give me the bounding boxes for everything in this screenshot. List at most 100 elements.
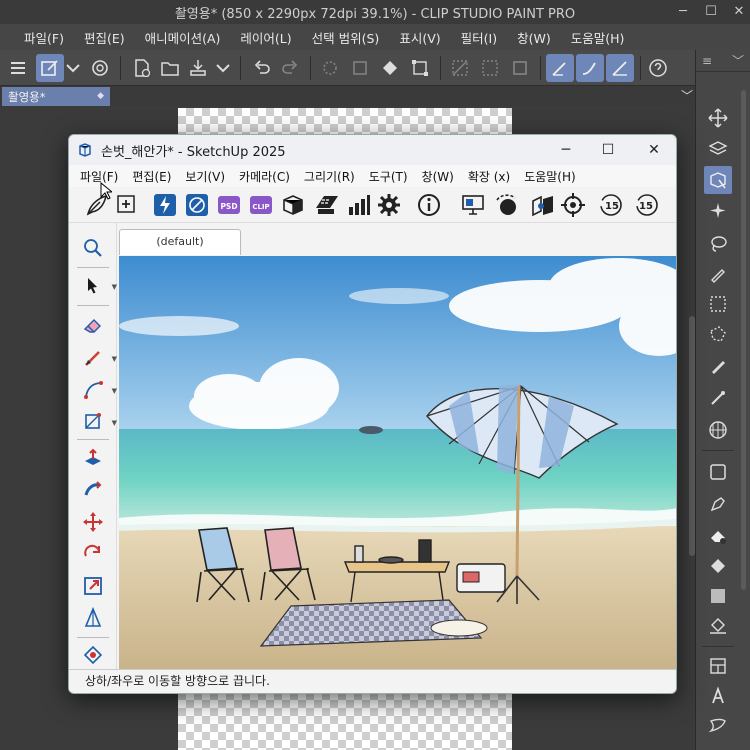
su-menu-draw[interactable]: 그리기(R) [297,168,362,185]
close-button[interactable]: ✕ [732,5,746,19]
csp-menu-layer[interactable]: 레이어(L) [230,28,301,47]
fill-disabled-icon[interactable] [346,54,374,82]
brightness-icon[interactable] [316,54,344,82]
sketchup-viewport[interactable] [119,256,677,670]
transform-icon[interactable] [406,54,434,82]
rotate-15-right-icon[interactable]: 15 [633,191,661,219]
csp-menu-selection[interactable]: 선택 범위(S) [302,28,390,47]
su-menu-extensions[interactable]: 확장 (x) [461,168,517,185]
arc-icon[interactable]: ▼ [79,377,117,403]
help-icon[interactable] [644,54,672,82]
su-maximize-button[interactable]: ☐ [597,139,619,161]
redo-icon[interactable] [276,54,304,82]
move-icon[interactable] [704,104,732,132]
deselect-icon[interactable] [446,54,474,82]
building-icon[interactable] [313,191,341,219]
gradient-icon[interactable] [704,582,732,610]
object-icon[interactable] [704,166,732,194]
crop-icon[interactable] [506,54,534,82]
rectangle-icon[interactable]: ▼ [79,409,117,435]
settings-gear-icon[interactable] [375,191,403,219]
airbrush-icon[interactable] [704,384,732,412]
su-menu-camera[interactable]: 카메라(C) [232,168,297,185]
csp-menu-file[interactable]: 파일(F) [14,28,74,47]
line-pencil-icon[interactable]: ▼ [79,345,117,371]
su-minimize-button[interactable]: ─ [555,139,577,161]
poly-select-icon[interactable] [704,320,732,348]
csp-menu-view[interactable]: 표시(V) [389,28,450,47]
scale-tool-icon[interactable] [79,573,107,599]
pen-icon[interactable] [704,352,732,380]
minimize-button[interactable]: ─ [676,5,690,19]
fill-icon[interactable] [704,552,732,580]
caret-icon[interactable] [62,54,84,82]
csp-menu-help[interactable]: 도움말(H) [561,28,635,47]
target-icon[interactable] [559,191,587,219]
zoom-icon[interactable] [79,235,107,261]
su-menu-help[interactable]: 도움말(H) [517,168,583,185]
csp-menu-filter[interactable]: 필터(I) [451,28,507,47]
panel-collapse-icon[interactable]: ﹀ [732,52,744,69]
orbit-ball-icon[interactable] [493,191,521,219]
info-icon[interactable] [415,191,443,219]
ruler-icon[interactable] [606,54,634,82]
csp-menu-window[interactable]: 창(W) [507,28,561,47]
invert-icon[interactable] [476,54,504,82]
eraser-tool-icon[interactable] [79,313,107,339]
presentation-icon[interactable] [459,191,487,219]
pencil-ruler-icon[interactable] [576,54,604,82]
save-icon[interactable] [184,54,212,82]
select-pen-icon[interactable] [704,260,732,288]
fill-bucket-icon[interactable] [704,612,732,640]
new-file-icon[interactable] [128,54,156,82]
su-close-button[interactable]: ✕ [643,139,665,161]
add-page-icon[interactable] [113,191,141,219]
rect-select-icon[interactable] [704,290,732,318]
maximize-button[interactable]: ☐ [704,5,718,19]
magic-wand-icon[interactable] [704,198,732,226]
globe-icon[interactable] [183,191,211,219]
canvas-tab[interactable]: 촬영용* ◆ [2,87,110,106]
select-arrow-icon[interactable]: ▼ [79,273,117,299]
tab-list-caret-icon[interactable]: ﹀ [681,87,693,104]
menu-icon[interactable] [4,54,32,82]
paint-bucket-icon[interactable] [79,641,107,667]
psd-export-icon[interactable]: PSD [215,191,243,219]
beach-scene-drawing[interactable] [119,256,677,670]
push-pull-icon[interactable] [79,445,107,471]
rotate-tool-icon[interactable] [79,541,107,567]
su-menu-view[interactable]: 보기(V) [178,168,232,185]
su-menu-tools[interactable]: 도구(T) [362,168,415,185]
scene-tab-default[interactable]: (default) [119,229,241,255]
su-menu-edit[interactable]: 편집(E) [125,168,178,185]
pen-tool-icon[interactable] [704,490,732,518]
panel-menu-icon[interactable]: ≡ [702,54,712,68]
lightning-icon[interactable] [151,191,179,219]
swirl-icon[interactable] [86,54,114,82]
su-menu-window[interactable]: 창(W) [415,168,461,185]
balloon-icon[interactable] [704,712,732,740]
grid-icon[interactable] [704,416,732,444]
panel-icon[interactable] [704,652,732,680]
bar-chart-icon[interactable] [345,191,373,219]
caret-icon[interactable] [212,54,234,82]
csp-menu-animation[interactable]: 애니메이션(A) [135,28,231,47]
square-icon[interactable] [704,458,732,486]
clip-export-icon[interactable]: CLIP [247,191,275,219]
palette-scrollbar[interactable] [741,90,746,590]
canvas-new-icon[interactable] [36,54,64,82]
text-icon[interactable] [704,682,732,710]
lasso-icon[interactable] [704,230,732,258]
layer-move-icon[interactable] [704,134,732,162]
tape-measure-icon[interactable] [79,605,107,631]
follow-me-icon[interactable] [79,477,107,503]
fill-bucket-icon[interactable] [376,54,404,82]
rotate-15-left-icon[interactable]: 15 [597,191,625,219]
open-folder-icon[interactable] [156,54,184,82]
csp-menu-edit[interactable]: 편집(E) [74,28,135,47]
eraser-icon[interactable] [704,522,732,550]
undo-icon[interactable] [248,54,276,82]
pen-ruler-icon[interactable] [546,54,574,82]
section-plane-icon[interactable] [529,191,557,219]
move-tool-icon[interactable] [79,509,107,535]
